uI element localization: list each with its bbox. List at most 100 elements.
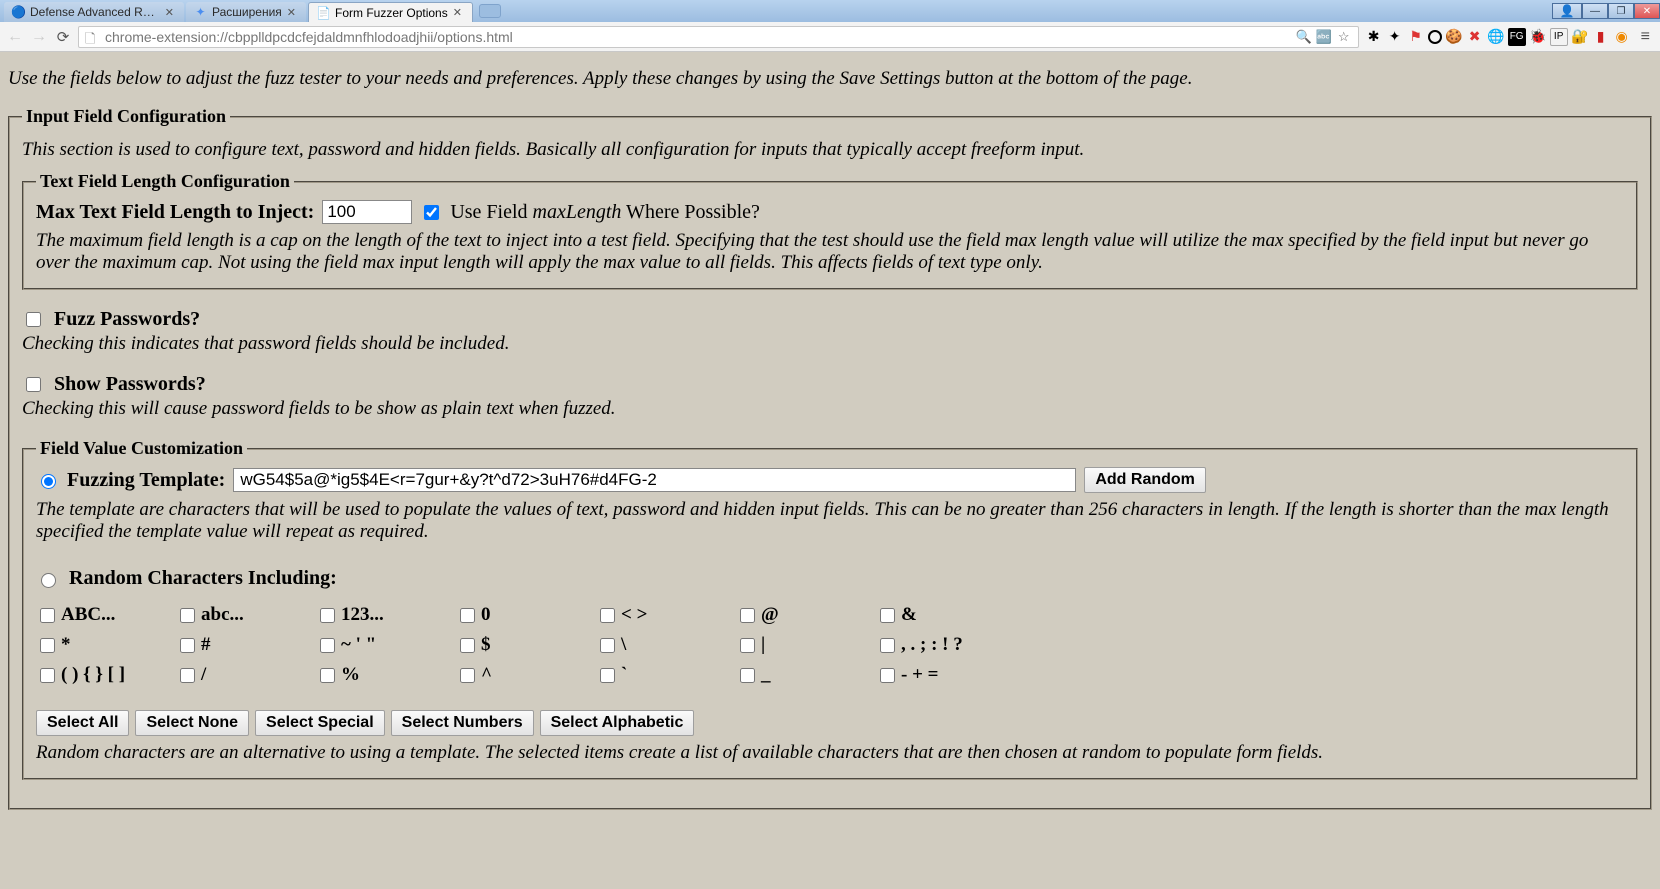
char-checkbox[interactable] <box>880 638 895 653</box>
random-help: Random characters are an alternative to … <box>36 742 1624 764</box>
settings-icon[interactable]: ✱ <box>1365 28 1383 46</box>
tab-title: Defense Advanced Resear <box>30 5 160 19</box>
max-length-label: Max Text Field Length to Inject: <box>36 201 314 224</box>
char-checkbox[interactable] <box>40 638 55 653</box>
select-all-button[interactable]: Select All <box>36 710 129 736</box>
label-part: Use Field <box>450 201 532 223</box>
field-value-customization: Field Value Customization Fuzzing Templa… <box>22 438 1638 780</box>
char-label: | <box>761 634 765 655</box>
char-checkbox[interactable] <box>880 608 895 623</box>
browser-tab-0[interactable]: 🔵 Defense Advanced Resear ✕ <box>4 2 184 22</box>
char-label: \ <box>621 634 626 655</box>
char-checkbox[interactable] <box>740 668 755 683</box>
user-button[interactable]: 👤 <box>1552 3 1582 19</box>
close-icon[interactable]: ✕ <box>287 6 296 19</box>
fuzzing-template-radio[interactable] <box>41 474 56 489</box>
fieldset-legend: Input Field Configuration <box>22 106 230 127</box>
extension-icon[interactable]: ▮ <box>1592 28 1610 46</box>
window-close-button[interactable]: ✕ <box>1634 3 1660 19</box>
forward-button[interactable]: → <box>30 28 48 46</box>
reload-button[interactable]: ⟳ <box>54 28 72 46</box>
select-numbers-button[interactable]: Select Numbers <box>391 710 534 736</box>
extension-icon[interactable]: 🌐 <box>1487 28 1505 46</box>
minimize-button[interactable]: — <box>1582 3 1608 19</box>
char-label: & <box>901 604 917 625</box>
extension-icon[interactable]: ⚑ <box>1407 28 1425 46</box>
char-label: < > <box>621 604 647 625</box>
extension-icon[interactable]: 🍪 <box>1445 28 1463 46</box>
browser-tab-2[interactable]: 📄 Form Fuzzer Options ✕ <box>308 2 473 22</box>
label-part: Where Possible? <box>621 201 760 223</box>
char-checkbox[interactable] <box>600 608 615 623</box>
char-label: ` <box>621 664 627 685</box>
extension-icon[interactable]: IP <box>1550 28 1568 46</box>
select-alphabetic-button[interactable]: Select Alphabetic <box>540 710 695 736</box>
intro-text: Use the fields below to adjust the fuzz … <box>8 68 1652 90</box>
char-checkbox[interactable] <box>180 608 195 623</box>
zoom-icon[interactable]: 🔍 <box>1296 29 1312 45</box>
page-content: Use the fields below to adjust the fuzz … <box>0 52 1660 844</box>
extension-icon[interactable]: ✦ <box>1386 28 1404 46</box>
char-label: # <box>201 634 211 655</box>
char-checkbox[interactable] <box>460 668 475 683</box>
char-checkbox[interactable] <box>740 638 755 653</box>
browser-tab-strip: 🔵 Defense Advanced Resear ✕ ✦ Расширения… <box>0 0 1660 22</box>
max-length-input[interactable] <box>322 200 412 224</box>
extension-icon[interactable]: FG <box>1508 28 1526 46</box>
input-field-configuration: Input Field Configuration This section i… <box>8 106 1652 810</box>
translate-icon[interactable]: 🔤 <box>1316 29 1332 45</box>
char-grid: ABC... abc... 123... 0 < > @ & * # ~ ' "… <box>36 600 1624 690</box>
char-checkbox[interactable] <box>320 668 335 683</box>
char-checkbox[interactable] <box>880 668 895 683</box>
char-checkbox[interactable] <box>320 638 335 653</box>
char-label: , . ; : ! ? <box>901 634 963 655</box>
browser-tab-1[interactable]: ✦ Расширения ✕ <box>186 2 306 22</box>
char-checkbox[interactable] <box>40 608 55 623</box>
maximize-button[interactable]: ❐ <box>1608 3 1634 19</box>
show-passwords-checkbox[interactable] <box>26 377 41 392</box>
extension-icon[interactable]: 🔐 <box>1571 28 1589 46</box>
char-label: ^ <box>481 664 492 685</box>
fieldset-legend: Field Value Customization <box>36 438 247 459</box>
char-checkbox[interactable] <box>460 638 475 653</box>
extension-icon[interactable]: ◉ <box>1613 28 1631 46</box>
extension-icon[interactable] <box>1428 30 1442 44</box>
select-special-button[interactable]: Select Special <box>255 710 385 736</box>
fuzz-passwords-checkbox[interactable] <box>26 312 41 327</box>
tab-title: Расширения <box>212 5 282 19</box>
char-label: % <box>341 664 360 685</box>
use-maxlength-checkbox[interactable] <box>424 205 439 220</box>
template-help: The template are characters that will be… <box>36 499 1624 543</box>
back-button[interactable]: ← <box>6 28 24 46</box>
add-random-button[interactable]: Add Random <box>1084 467 1206 493</box>
text-field-length-configuration: Text Field Length Configuration Max Text… <box>22 171 1638 290</box>
bookmark-icon[interactable]: ☆ <box>1336 29 1352 45</box>
tab-title: Form Fuzzer Options <box>335 6 448 20</box>
char-checkbox[interactable] <box>600 638 615 653</box>
extension-icon[interactable]: ✖ <box>1466 28 1484 46</box>
char-checkbox[interactable] <box>180 668 195 683</box>
char-label: ( ) { } [ ] <box>61 664 125 685</box>
extension-icons: ✱ ✦ ⚑ 🍪 ✖ 🌐 FG 🐞 IP 🔐 ▮ ◉ <box>1365 28 1631 46</box>
address-bar[interactable]: 🗋 chrome-extension://cbpplldpcdcfejdaldm… <box>78 26 1359 48</box>
fuzzing-template-input[interactable] <box>233 468 1076 492</box>
select-none-button[interactable]: Select None <box>135 710 249 736</box>
char-checkbox[interactable] <box>40 668 55 683</box>
menu-button[interactable]: ≡ <box>1637 28 1654 46</box>
char-checkbox[interactable] <box>740 608 755 623</box>
char-checkbox[interactable] <box>320 608 335 623</box>
url-text: chrome-extension://cbpplldpcdcfejdaldmnf… <box>105 29 1290 45</box>
window-controls: 👤 — ❐ ✕ <box>1552 0 1660 22</box>
close-icon[interactable]: ✕ <box>453 6 462 19</box>
close-icon[interactable]: ✕ <box>165 6 174 19</box>
char-label: _ <box>761 664 771 685</box>
random-chars-radio[interactable] <box>41 573 56 588</box>
char-checkbox[interactable] <box>180 638 195 653</box>
char-checkbox[interactable] <box>600 668 615 683</box>
new-tab-button[interactable] <box>479 4 501 18</box>
tab-favicon-icon: 🔵 <box>12 6 25 19</box>
char-checkbox[interactable] <box>460 608 475 623</box>
char-label: ABC... <box>61 604 115 625</box>
fuzz-passwords-desc: Checking this indicates that password fi… <box>22 333 1638 355</box>
extension-icon[interactable]: 🐞 <box>1529 28 1547 46</box>
